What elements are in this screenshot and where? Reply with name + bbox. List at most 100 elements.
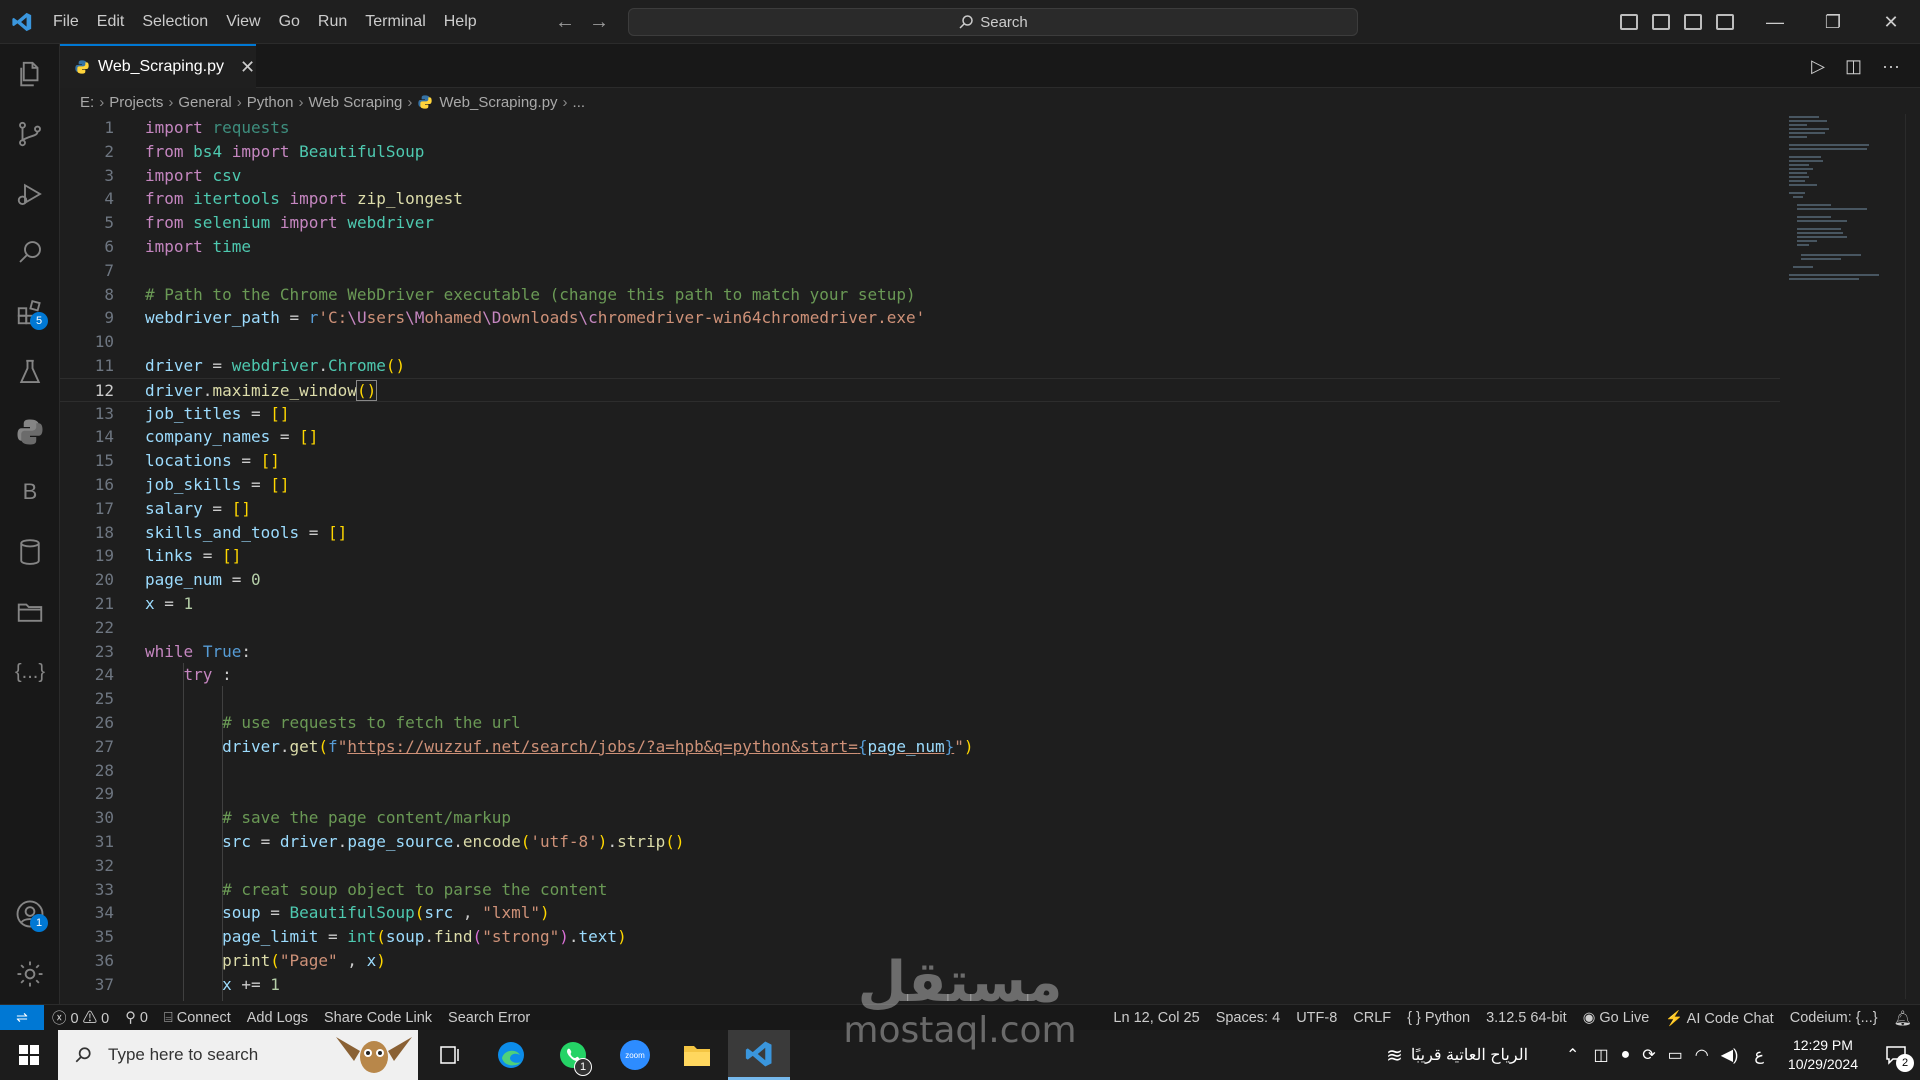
code-line: 19 links = [] (94, 546, 242, 566)
code-line: 30 # save the page content/markup (94, 808, 512, 828)
share-code-link-button[interactable]: Share Code Link (316, 1010, 440, 1026)
run-python-file-icon[interactable]: ▷ (1811, 56, 1825, 77)
system-tray: ≋ الرياح العاتية قريبًا ⌃ ◫ ● ⟳ ▭ ◠ ◀) ع… (1378, 1030, 1920, 1080)
language-mode[interactable]: { } Python (1399, 1010, 1478, 1026)
menu-go[interactable]: Go (270, 0, 309, 44)
task-view-icon[interactable] (418, 1030, 480, 1080)
code-line: 34 soup = BeautifulSoup(src , "lxml") (94, 903, 550, 923)
ports-indicator[interactable]: ⚲ 0 (117, 1010, 156, 1026)
code-line: 15 locations = [] (94, 451, 280, 471)
meet-camera-icon[interactable]: ◫ (1587, 1045, 1614, 1065)
menu-help[interactable]: Help (435, 0, 486, 44)
keyboard-language[interactable]: ع (1744, 1045, 1774, 1065)
menu-bar: File Edit Selection View Go Run Terminal… (44, 0, 486, 44)
file-explorer-icon[interactable] (666, 1030, 728, 1080)
go-live-button[interactable]: ◉ Go Live (1575, 1010, 1658, 1026)
codeium-status[interactable]: Codeium: {...} (1782, 1010, 1886, 1026)
back-arrow-icon[interactable]: ← (555, 11, 575, 34)
menu-edit[interactable]: Edit (88, 0, 134, 44)
breadcrumb-drive[interactable]: E: (80, 94, 94, 111)
connect-button[interactable]: ⌸ Connect (156, 1010, 239, 1026)
testing-flask-icon[interactable] (0, 344, 60, 400)
json-braces-icon[interactable]: {...} (0, 644, 60, 700)
command-center-search[interactable]: Search (628, 8, 1358, 36)
weather-text[interactable]: الرياح العاتية قريبًا (1411, 1045, 1558, 1065)
windows-taskbar: Type here to search 1 zoom ≋ الرياح العا… (0, 1030, 1920, 1080)
forward-arrow-icon[interactable]: → (589, 11, 609, 34)
chevron-up-icon[interactable]: ⌃ (1558, 1045, 1587, 1065)
database-icon[interactable] (0, 524, 60, 580)
search-icon (959, 15, 973, 29)
tab-close-icon[interactable]: ✕ (240, 57, 255, 78)
extensions-icon[interactable]: 5 (0, 284, 60, 340)
close-window-icon[interactable]: ✕ (1862, 0, 1920, 44)
menu-terminal[interactable]: Terminal (356, 0, 434, 44)
toggle-secondary-sidebar-icon[interactable] (1684, 14, 1702, 30)
problems-indicator[interactable]: ⓧ 0 ⚠ 0 (44, 1007, 117, 1028)
menu-view[interactable]: View (217, 0, 269, 44)
search-icon[interactable] (0, 224, 60, 280)
toggle-panel-icon[interactable] (1652, 14, 1670, 30)
split-editor-icon[interactable]: ◫ (1845, 56, 1862, 77)
cursor-position[interactable]: Ln 12, Col 25 (1105, 1010, 1207, 1026)
activity-bar: 5 B {...} 1 (0, 44, 60, 1004)
update-icon[interactable]: ⟳ (1636, 1045, 1661, 1065)
end-of-line[interactable]: CRLF (1345, 1010, 1399, 1026)
code-line: 27 driver.get(f"https://wuzzuf.net/searc… (94, 736, 974, 756)
breadcrumb-general[interactable]: General (178, 94, 231, 111)
indentation[interactable]: Spaces: 4 (1208, 1010, 1289, 1026)
source-control-icon[interactable] (0, 106, 60, 162)
breadcrumb-projects[interactable]: Projects (109, 94, 163, 111)
breadcrumb-python[interactable]: Python (247, 94, 294, 111)
restore-icon[interactable]: ❐ (1804, 0, 1862, 44)
search-error-button[interactable]: Search Error (440, 1010, 538, 1026)
run-debug-icon[interactable] (0, 166, 60, 222)
breadcrumb-symbols[interactable]: ... (573, 94, 586, 111)
volume-icon[interactable]: ◀) (1715, 1045, 1745, 1065)
code-line-current: 12 driver.maximize_window() (60, 377, 1780, 402)
b-extension-icon[interactable]: B (0, 464, 60, 520)
file-encoding[interactable]: UTF-8 (1288, 1010, 1345, 1026)
minimap[interactable] (1785, 114, 1905, 284)
search-icon (75, 1047, 91, 1063)
taskbar-search-input[interactable]: Type here to search (58, 1030, 418, 1080)
clock[interactable]: 12:29 PM 10/29/2024 (1774, 1036, 1872, 1074)
notification-center-icon[interactable]: 2 (1872, 1030, 1920, 1080)
toggle-primary-sidebar-icon[interactable] (1620, 14, 1638, 30)
menu-run[interactable]: Run (309, 0, 356, 44)
customize-layout-icon[interactable] (1716, 14, 1734, 30)
minimize-icon[interactable]: — (1746, 0, 1804, 44)
python-interpreter[interactable]: 3.12.5 64-bit (1478, 1010, 1575, 1026)
zoom-icon[interactable]: zoom (604, 1030, 666, 1080)
code-line: 9 webdriver_path = r'C:\Users\Mohamed\Dow… (104, 308, 926, 328)
project-manager-folder-icon[interactable] (0, 584, 60, 640)
code-line: 10 (94, 332, 114, 352)
breadcrumb-file[interactable]: Web_Scraping.py (439, 94, 557, 111)
code-editor[interactable]: 1 import requests 2 from bs4 import Beauti… (60, 116, 1920, 1001)
battery-icon[interactable]: ▭ (1662, 1045, 1689, 1065)
tab-web-scraping[interactable]: Web_Scraping.py ✕ (60, 44, 256, 88)
remote-indicator-icon[interactable]: ⇌ (0, 1004, 44, 1031)
python-icon[interactable] (0, 404, 60, 460)
breadcrumb-web-scraping-folder[interactable]: Web Scraping (308, 94, 402, 111)
whatsapp-icon[interactable]: 1 (542, 1030, 604, 1080)
menu-file[interactable]: File (44, 0, 88, 44)
vscode-taskbar-icon[interactable] (728, 1030, 790, 1080)
wifi-icon[interactable]: ◠ (1689, 1045, 1715, 1065)
code-line: 35 page_limit = int(soup.find("strong").… (94, 927, 627, 947)
menu-selection[interactable]: Selection (133, 0, 217, 44)
editor-scrollbar[interactable] (1905, 114, 1919, 999)
add-logs-button[interactable]: Add Logs (239, 1010, 316, 1026)
more-actions-icon[interactable]: ··· (1882, 56, 1900, 77)
lightning-icon: ⚡ (1665, 1010, 1684, 1027)
microphone-icon[interactable]: ● (1615, 1046, 1637, 1064)
ai-code-chat-button[interactable]: ⚡ AI Code Chat (1657, 1010, 1781, 1027)
code-line: 17 salary = [] (94, 498, 251, 518)
explorer-icon[interactable] (0, 46, 60, 102)
windows-start-icon[interactable] (0, 1030, 58, 1080)
settings-gear-icon[interactable] (0, 946, 60, 1002)
code-line: 32 (94, 855, 114, 875)
notifications-bell-icon[interactable]: 🔔︎ (1886, 1010, 1920, 1027)
edge-browser-icon[interactable] (480, 1030, 542, 1080)
accounts-icon[interactable]: 1 (0, 886, 60, 942)
